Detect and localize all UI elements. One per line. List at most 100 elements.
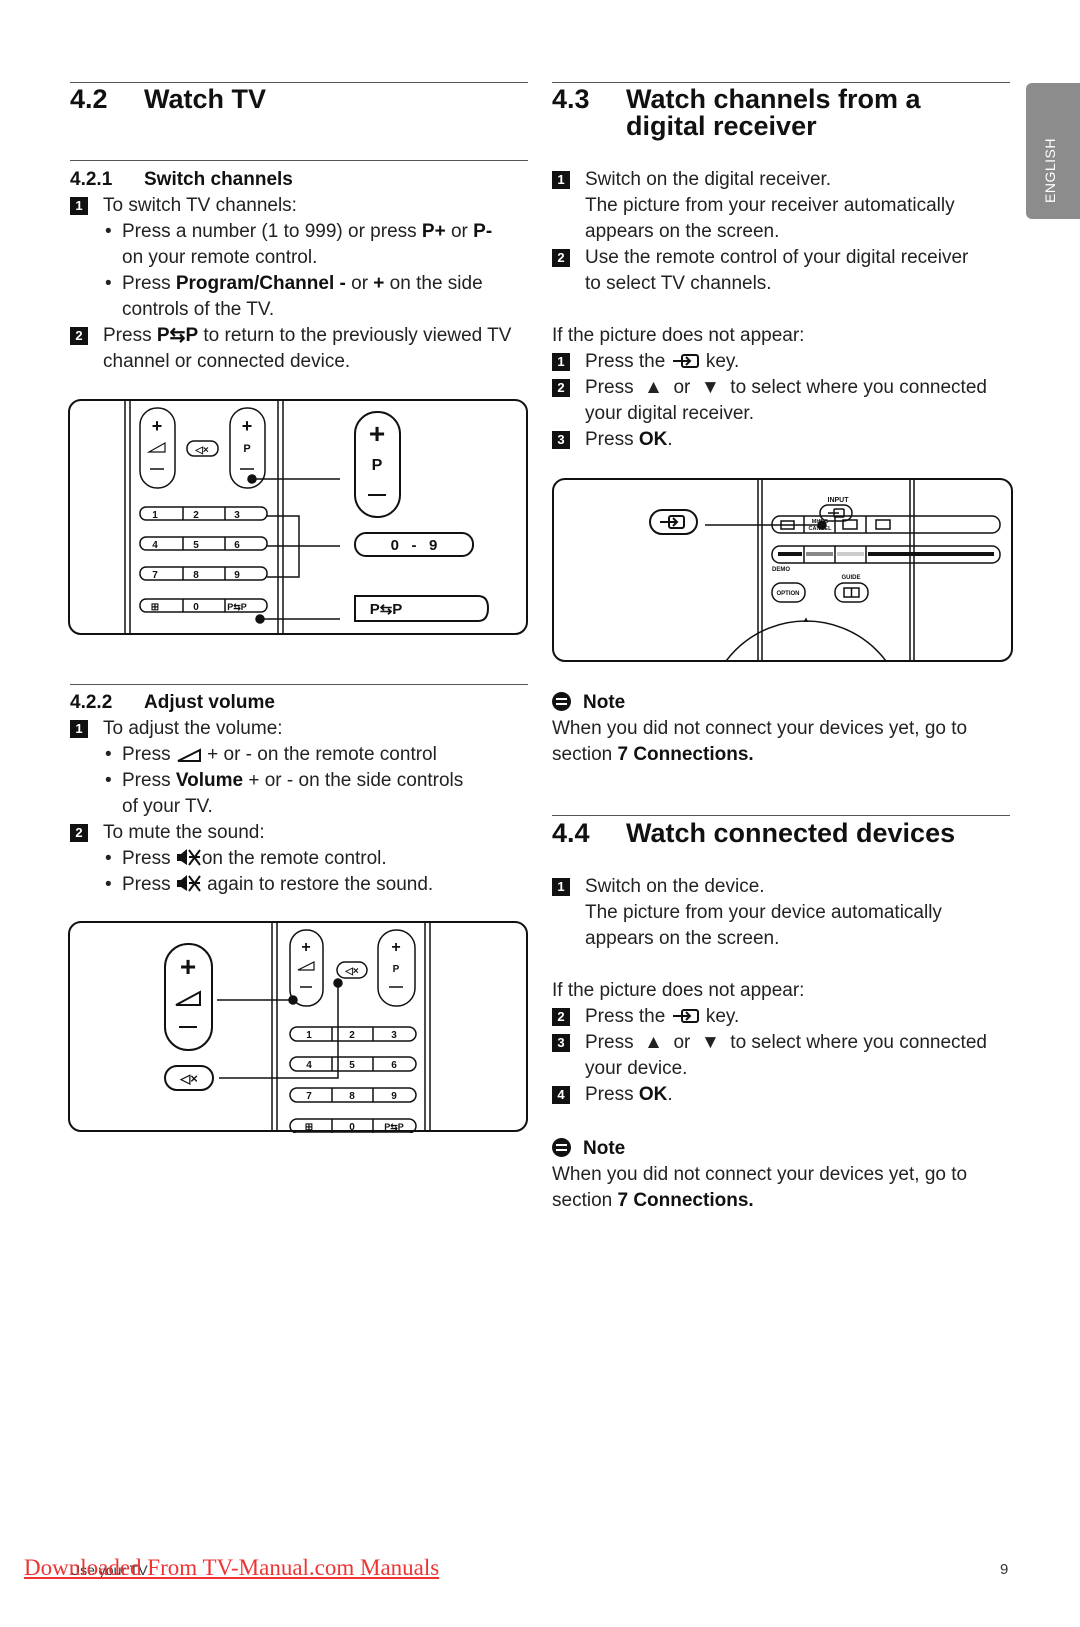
step-line: 4 Press OK. bbox=[552, 1082, 1012, 1108]
step-badge: 2 bbox=[70, 824, 88, 842]
step-line: 3 Press OK. bbox=[552, 427, 1012, 453]
bullet-line: • Press Program/Channel - or + on the sid… bbox=[105, 273, 483, 294]
step-badge: 1 bbox=[552, 171, 570, 189]
step-badge: 2 bbox=[552, 249, 570, 267]
svg-text:P: P bbox=[243, 443, 250, 455]
text-line: your digital receiver. bbox=[585, 403, 754, 424]
svg-text:+: + bbox=[242, 416, 253, 436]
svg-text:9: 9 bbox=[391, 1091, 397, 1102]
svg-text:+: + bbox=[152, 416, 163, 436]
step-badge: 1 bbox=[70, 720, 88, 738]
bullet-line: • Press on the remote control. bbox=[105, 848, 387, 869]
remote-volume-diagram: + ◁× + ◁× + P 1 2 3 4 5 6 7 8 9 ⊞ 0 P⇆P bbox=[68, 921, 528, 1133]
svg-text:P⇆P: P⇆P bbox=[384, 1122, 404, 1132]
text-line: channel or connected device. bbox=[103, 351, 351, 372]
step-badge: 3 bbox=[552, 1034, 570, 1052]
svg-text:0: 0 bbox=[193, 602, 199, 613]
svg-text:9: 9 bbox=[234, 570, 240, 581]
volume-icon bbox=[146, 441, 166, 453]
step-line: 2 Press the key. bbox=[552, 1004, 1012, 1030]
note-2: Note When you did not connect your devic… bbox=[552, 1136, 1012, 1214]
svg-text:P⇆P: P⇆P bbox=[227, 602, 247, 612]
subheading-switch-channels: 4.2.1 Switch channels bbox=[70, 169, 293, 190]
svg-text:0 - 9: 0 - 9 bbox=[391, 537, 438, 554]
svg-text:⊞: ⊞ bbox=[305, 1122, 313, 1133]
remote-channel-diagram: + ◁× + P 1 2 3 4 5 6 7 8 9 ⊞ 0 P⇆P + P 0 - 9 P⇆P bbox=[68, 399, 528, 635]
svg-text:6: 6 bbox=[234, 540, 240, 551]
mute-icon bbox=[176, 875, 201, 892]
svg-text:2: 2 bbox=[349, 1030, 355, 1041]
svg-text:INPUT: INPUT bbox=[828, 497, 850, 504]
svg-text:3: 3 bbox=[391, 1030, 397, 1041]
note-1: Note When you did not connect your devic… bbox=[552, 690, 1012, 768]
language-tab: ENGLISH bbox=[1026, 83, 1080, 219]
mute-icon bbox=[176, 849, 201, 866]
input-key-icon bbox=[672, 1009, 699, 1023]
svg-text:MHEG: MHEG bbox=[812, 519, 829, 525]
note-icon bbox=[552, 692, 571, 711]
step-line: 1 Switch on the digital receiver. bbox=[552, 167, 1012, 193]
divider bbox=[70, 684, 528, 685]
navigation-ring bbox=[725, 620, 887, 661]
section-4-2-2: 4.2.2 Adjust volume 1 To adjust the volume… bbox=[70, 690, 530, 898]
step-badge: 3 bbox=[552, 431, 570, 449]
text-line: of your TV. bbox=[122, 796, 213, 817]
svg-text:◁×: ◁× bbox=[179, 1071, 198, 1086]
step-line: 2 Use the remote control of your digital … bbox=[552, 245, 1012, 271]
text-line: When you did not connect your devices ye… bbox=[552, 1164, 968, 1185]
svg-text:5: 5 bbox=[349, 1060, 355, 1071]
step-badge: 2 bbox=[552, 1008, 570, 1026]
step-badge: 2 bbox=[70, 327, 88, 345]
step-line: 1 Press the key. bbox=[552, 349, 1012, 375]
language-tab-label: ENGLISH bbox=[1042, 138, 1058, 203]
svg-text:DEMO: DEMO bbox=[772, 567, 790, 573]
svg-text:1: 1 bbox=[152, 510, 158, 521]
svg-text:3: 3 bbox=[234, 510, 240, 521]
text-line: section 7 Connections. bbox=[552, 744, 754, 765]
connections-link[interactable]: 7 Connections. bbox=[617, 744, 753, 765]
bullet-line: • Press a number (1 to 999) or press P+ o… bbox=[105, 221, 493, 242]
section-4-3: 1 Switch on the digital receiver. The pic… bbox=[552, 167, 1012, 453]
step-line: 2 To mute the sound: bbox=[70, 820, 530, 846]
text-line: section 7 Connections. bbox=[552, 1190, 754, 1211]
section-heading-4-2: 4.2 Watch TV bbox=[70, 84, 267, 114]
divider bbox=[70, 82, 528, 83]
page-number: 9 bbox=[1000, 1561, 1009, 1578]
svg-text:1: 1 bbox=[306, 1030, 312, 1041]
divider bbox=[70, 160, 528, 161]
svg-text:P: P bbox=[372, 457, 383, 474]
svg-text:4: 4 bbox=[306, 1060, 312, 1071]
svg-text:GUIDE: GUIDE bbox=[841, 575, 860, 581]
step-line: 2 Press P⇆P to return to the previously v… bbox=[70, 323, 530, 349]
step-badge: 1 bbox=[70, 197, 88, 215]
svg-text:+: + bbox=[301, 939, 310, 956]
step-line: 1 To switch TV channels: bbox=[70, 193, 530, 219]
svg-text:CANCEL: CANCEL bbox=[809, 526, 833, 532]
step-badge: 2 bbox=[552, 379, 570, 397]
svg-text:P: P bbox=[393, 964, 400, 975]
step-badge: 1 bbox=[552, 878, 570, 896]
text-line: If the picture does not appear: bbox=[552, 325, 805, 346]
svg-text:5: 5 bbox=[193, 540, 199, 551]
note-heading: Note bbox=[552, 1136, 1012, 1162]
text-line: appears on the screen. bbox=[585, 221, 780, 242]
subheading-adjust-volume: 4.2.2 Adjust volume bbox=[70, 692, 275, 713]
step-line: 1 Switch on the device. bbox=[552, 874, 1012, 900]
text-line: The picture from your receiver automatic… bbox=[585, 195, 955, 216]
svg-text:⊞: ⊞ bbox=[151, 602, 159, 613]
svg-text:7: 7 bbox=[306, 1091, 312, 1102]
step-line: 1 To adjust the volume: bbox=[70, 716, 530, 742]
section-4-4: 1 Switch on the device. The picture from … bbox=[552, 874, 1012, 1108]
text-line: appears on the screen. bbox=[585, 928, 780, 949]
step-badge: 1 bbox=[552, 353, 570, 371]
download-watermark-link[interactable]: Downloaded From TV-Manual.com Manuals bbox=[24, 1555, 439, 1581]
svg-text:+: + bbox=[369, 418, 385, 449]
svg-text:8: 8 bbox=[193, 570, 199, 581]
number-keypad bbox=[289, 1026, 417, 1133]
text-line: to select TV channels. bbox=[585, 273, 772, 294]
bullet-line: • Press + or - on the remote control bbox=[105, 744, 437, 765]
svg-text:6: 6 bbox=[391, 1060, 397, 1071]
connections-link[interactable]: 7 Connections. bbox=[617, 1190, 753, 1211]
text-line: your device. bbox=[585, 1058, 688, 1079]
svg-text:0: 0 bbox=[349, 1122, 355, 1133]
